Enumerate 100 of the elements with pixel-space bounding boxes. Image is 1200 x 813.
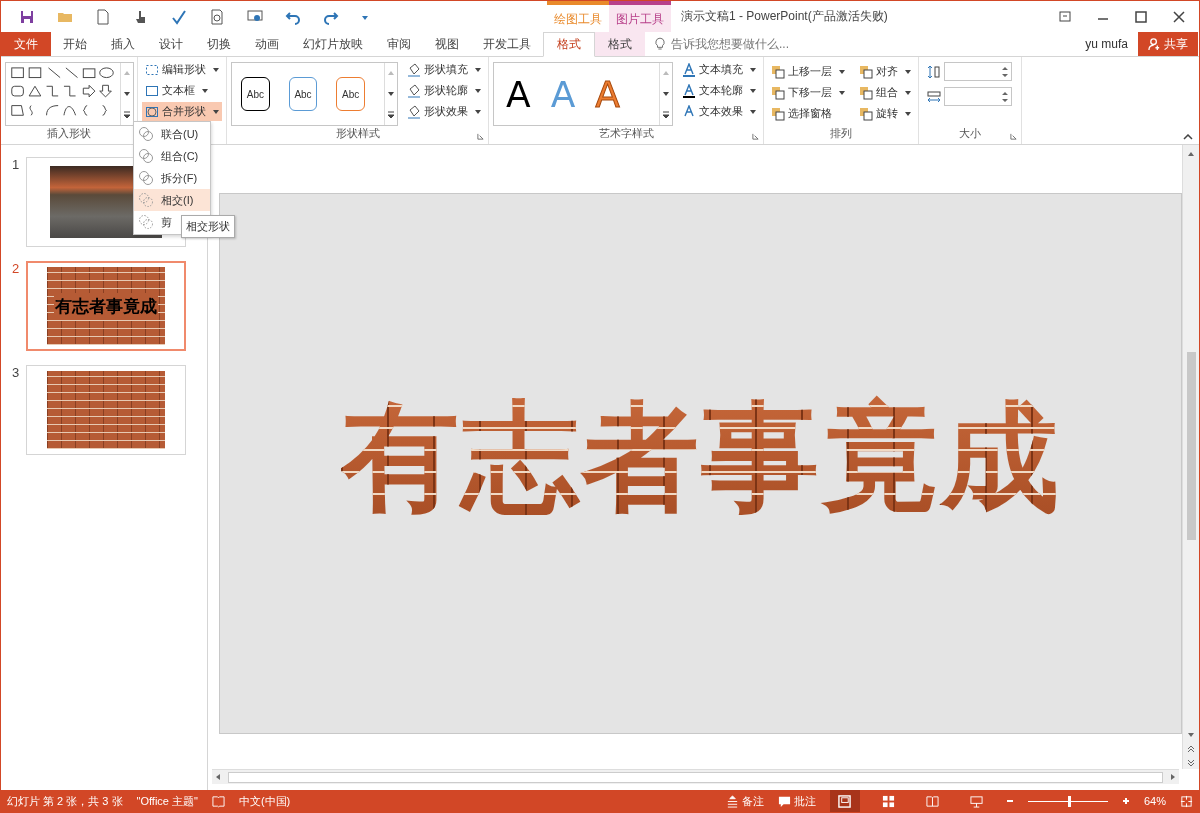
slide-number: 1 bbox=[12, 157, 20, 174]
projector-screen-icon bbox=[970, 794, 984, 808]
ribbon-tab[interactable]: 插入 bbox=[99, 32, 147, 56]
shape-style-sample[interactable]: Abc bbox=[288, 77, 318, 111]
ribbon-command[interactable]: 形状效果 bbox=[404, 102, 484, 121]
ribbon-display-icon[interactable] bbox=[1059, 10, 1071, 23]
slide-number: 3 bbox=[12, 365, 20, 382]
more-icon[interactable] bbox=[662, 110, 670, 119]
scroll-down-icon[interactable] bbox=[662, 90, 670, 98]
scroll-left-icon[interactable] bbox=[214, 771, 222, 783]
context-tab-group-label: 图片工具 bbox=[609, 1, 671, 32]
ribbon-command[interactable]: 文本效果 bbox=[679, 102, 759, 121]
ribbon-tab[interactable]: 动画 bbox=[243, 32, 291, 56]
ribbon-tab[interactable]: 切换 bbox=[195, 32, 243, 56]
wordart-style-sample[interactable]: A bbox=[506, 73, 531, 115]
ribbon-tab[interactable]: 格式 bbox=[595, 32, 645, 56]
grid-view-icon bbox=[882, 794, 896, 808]
bring-forward-icon bbox=[771, 64, 785, 79]
proofing-book-icon[interactable] bbox=[211, 794, 225, 808]
new-document-icon[interactable] bbox=[95, 8, 111, 25]
tooltip: 相交形状 bbox=[181, 215, 235, 238]
group-label: 形状样式 bbox=[335, 126, 380, 141]
menu-item[interactable]: 相交(I) bbox=[134, 189, 210, 211]
menu-item[interactable]: 联合(U) bbox=[134, 123, 210, 145]
spinner-icon[interactable] bbox=[1002, 90, 1008, 103]
ribbon-command[interactable]: 上移一层 bbox=[768, 62, 848, 81]
maximize-icon[interactable] bbox=[1135, 10, 1147, 23]
share-button[interactable]: 共享 bbox=[1138, 32, 1198, 56]
next-slide-icon[interactable] bbox=[1187, 757, 1195, 769]
combine-icon bbox=[138, 148, 154, 164]
ribbon-command[interactable]: 组合 bbox=[856, 83, 914, 102]
group-label: 插入形状 bbox=[46, 126, 92, 141]
shape-style-sample[interactable]: Abc bbox=[241, 77, 270, 111]
comments-button[interactable]: 批注 bbox=[777, 793, 816, 809]
vertical-scrollbar[interactable] bbox=[1182, 145, 1199, 769]
ribbon-tab[interactable]: 格式 bbox=[543, 32, 595, 57]
ribbon-tab[interactable]: 开发工具 bbox=[471, 32, 543, 56]
close-icon[interactable] bbox=[1173, 10, 1185, 23]
print-preview-icon[interactable] bbox=[209, 8, 225, 25]
ribbon-tab[interactable]: 幻灯片放映 bbox=[291, 32, 375, 56]
ribbon-command[interactable]: 文本框 bbox=[142, 81, 222, 100]
previous-slide-icon[interactable] bbox=[1187, 743, 1195, 755]
send-backward-icon bbox=[771, 85, 785, 100]
ribbon-command[interactable]: 选择窗格 bbox=[768, 104, 848, 123]
ribbon-command[interactable]: 旋转 bbox=[856, 104, 914, 123]
group-label: 大小 bbox=[959, 126, 981, 141]
merge-shapes-icon bbox=[145, 104, 159, 119]
fit-to-window-icon[interactable] bbox=[1180, 794, 1193, 808]
ribbon-command[interactable]: 形状填充 bbox=[404, 60, 484, 79]
window-title: 演示文稿1 - PowerPoint(产品激活失败) bbox=[681, 8, 888, 25]
width-field[interactable] bbox=[944, 87, 1012, 106]
text-box-icon bbox=[145, 83, 159, 98]
shape-style-sample[interactable]: Abc bbox=[336, 77, 365, 111]
group-label: 排列 bbox=[829, 126, 853, 141]
ribbon-command[interactable]: 合并形状 bbox=[142, 102, 222, 121]
scroll-down-icon[interactable] bbox=[123, 90, 131, 98]
scrollbar-thumb[interactable] bbox=[228, 771, 1163, 783]
ribbon-command[interactable]: 对齐 bbox=[856, 62, 914, 81]
language-indicator[interactable]: 中文(中国) bbox=[238, 793, 291, 809]
menu-item[interactable]: 组合(C) bbox=[134, 145, 210, 167]
height-field[interactable] bbox=[944, 62, 1012, 81]
view-button[interactable] bbox=[829, 790, 860, 812]
file-tab[interactable]: 文件 bbox=[1, 32, 51, 56]
dialog-launcher-icon[interactable] bbox=[1010, 133, 1017, 140]
lightbulb-icon bbox=[655, 37, 665, 51]
scrollbar-thumb[interactable] bbox=[1186, 352, 1196, 540]
ribbon-tab[interactable]: 视图 bbox=[423, 32, 471, 56]
ribbon-tab[interactable]: 审阅 bbox=[375, 32, 423, 56]
book-icon bbox=[926, 794, 940, 808]
ribbon-tab[interactable]: 设计 bbox=[147, 32, 195, 56]
scroll-down-icon[interactable] bbox=[387, 90, 395, 98]
horizontal-scrollbar[interactable] bbox=[212, 769, 1179, 784]
scroll-right-icon[interactable] bbox=[1169, 771, 1177, 783]
zoom-slider-thumb[interactable] bbox=[1067, 795, 1071, 807]
more-icon[interactable] bbox=[387, 110, 395, 119]
zoom-in-icon[interactable] bbox=[1121, 797, 1130, 805]
ribbon-tab[interactable]: 开始 bbox=[51, 32, 99, 56]
more-icon[interactable] bbox=[123, 110, 131, 119]
intersect-icon bbox=[138, 192, 154, 208]
comment-icon bbox=[777, 794, 791, 808]
slide-thumbnail[interactable] bbox=[26, 365, 186, 455]
notes-icon bbox=[725, 794, 739, 808]
menu-item[interactable]: 拆分(F) bbox=[134, 167, 210, 189]
ribbon-command[interactable]: 下移一层 bbox=[768, 83, 848, 102]
zoom-out-icon[interactable] bbox=[1005, 797, 1014, 805]
spinner-icon[interactable] bbox=[1002, 65, 1008, 78]
text-outline-icon bbox=[682, 83, 696, 98]
ribbon-command[interactable]: 编辑形状 bbox=[142, 60, 222, 79]
ribbon-command[interactable]: 文本填充 bbox=[679, 60, 759, 79]
dialog-launcher-icon[interactable] bbox=[752, 133, 759, 140]
slide-thumbnail[interactable]: 有志者事竟成 bbox=[26, 261, 186, 351]
text-effects-icon bbox=[682, 104, 696, 119]
dialog-launcher-icon[interactable] bbox=[477, 133, 484, 140]
collapse-ribbon-icon[interactable] bbox=[1183, 134, 1193, 140]
user-name[interactable]: yu mufa bbox=[1085, 32, 1138, 56]
zoom-percentage[interactable]: 64% bbox=[1143, 795, 1166, 807]
ribbon-command[interactable]: 文本轮廓 bbox=[679, 81, 759, 100]
ribbon-command[interactable]: 形状轮廓 bbox=[404, 81, 484, 100]
notes-button[interactable]: 备注 bbox=[725, 793, 764, 809]
tell-me-field[interactable]: 告诉我您想要做什么... bbox=[669, 36, 843, 52]
